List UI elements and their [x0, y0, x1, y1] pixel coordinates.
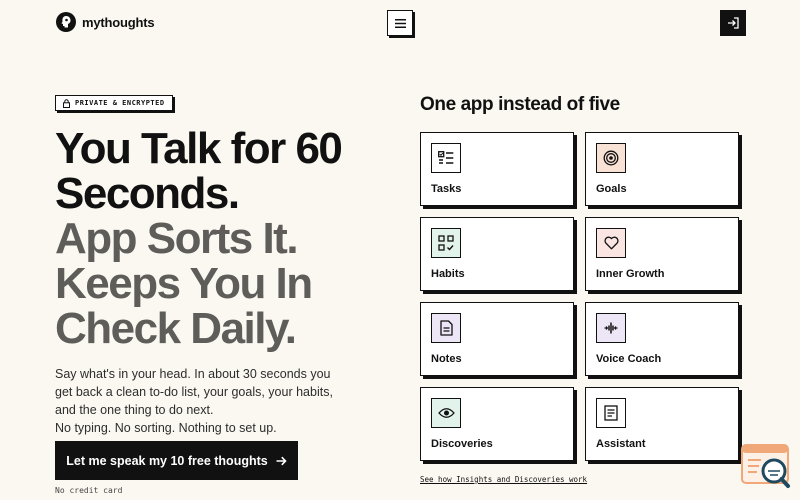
privacy-badge-label: PRIVATE & ENCRYPTED — [75, 99, 165, 107]
feature-icon-box — [596, 143, 626, 173]
feature-card-assistant[interactable]: Assistant — [585, 387, 739, 461]
feature-label: Goals — [596, 183, 627, 195]
feature-card-voice-coach[interactable]: Voice Coach — [585, 302, 739, 376]
hero-description: Say what's in your head. In about 30 sec… — [55, 365, 355, 437]
lock-icon — [63, 98, 70, 108]
floating-widget[interactable] — [741, 444, 791, 490]
headline-line: Keeps You In — [55, 259, 313, 308]
login-button[interactable] — [720, 10, 746, 36]
cta-label: Let me speak my 10 free thoughts — [66, 453, 268, 468]
brand-logo-icon — [56, 12, 76, 32]
feature-icon-box — [596, 228, 626, 258]
feature-label: Inner Growth — [596, 268, 665, 280]
headline-line: Check Daily. — [55, 304, 297, 353]
privacy-badge: PRIVATE & ENCRYPTED — [55, 95, 173, 111]
feature-label: Notes — [431, 353, 462, 365]
description-line: get back a clean to-do list, your goals,… — [55, 385, 333, 399]
headline-line: App Sorts It. — [55, 214, 299, 263]
headline-line: Seconds. — [55, 169, 240, 218]
search-widget-icon — [741, 444, 790, 488]
brand[interactable]: mythoughts — [56, 12, 155, 32]
insights-discoveries-link[interactable]: See how Insights and Discoveries work — [420, 475, 587, 484]
headline-line: You Talk for 60 — [55, 124, 343, 173]
description-line: No typing. No sorting. Nothing to set up… — [55, 421, 277, 435]
feature-icon-box — [431, 398, 461, 428]
feature-label: Voice Coach — [596, 353, 662, 365]
target-icon — [603, 150, 619, 166]
menu-button[interactable] — [387, 10, 413, 36]
feature-card-tasks[interactable]: Tasks — [420, 132, 574, 206]
feature-card-inner-growth[interactable]: Inner Growth — [585, 217, 739, 291]
cta-button[interactable]: Let me speak my 10 free thoughts — [55, 441, 298, 480]
grid-check-icon — [438, 235, 454, 251]
checklist-icon — [438, 151, 454, 164]
feature-icon-box — [431, 143, 461, 173]
no-credit-card-note: No credit card — [55, 486, 123, 495]
description-line: Say what's in your head. In about 30 sec… — [55, 367, 331, 381]
brand-name: mythoughts — [82, 14, 155, 30]
voice-wave-icon — [604, 322, 618, 334]
feature-card-goals[interactable]: Goals — [585, 132, 739, 206]
hero-headline: You Talk for 60 Seconds. App Sorts It. K… — [55, 126, 415, 351]
feature-card-habits[interactable]: Habits — [420, 217, 574, 291]
feature-label: Tasks — [431, 183, 462, 195]
feature-label: Discoveries — [431, 438, 493, 450]
feature-icon-box — [596, 313, 626, 343]
feature-icon-box — [596, 398, 626, 428]
feature-icon-box — [431, 313, 461, 343]
features-title: One app instead of five — [420, 94, 620, 115]
feature-label: Assistant — [596, 438, 646, 450]
feature-card-discoveries[interactable]: Discoveries — [420, 387, 574, 461]
arrow-right-icon — [276, 456, 287, 465]
document-icon — [439, 320, 453, 336]
heart-icon — [603, 236, 619, 250]
hamburger-menu-icon — [394, 18, 406, 28]
feature-label: Habits — [431, 268, 465, 280]
feature-card-notes[interactable]: Notes — [420, 302, 574, 376]
description-line: and the one thing to do next. — [55, 403, 214, 417]
feature-icon-box — [431, 228, 461, 258]
note-lines-icon — [604, 405, 618, 421]
sign-in-icon — [728, 17, 739, 29]
eye-icon — [437, 408, 455, 418]
